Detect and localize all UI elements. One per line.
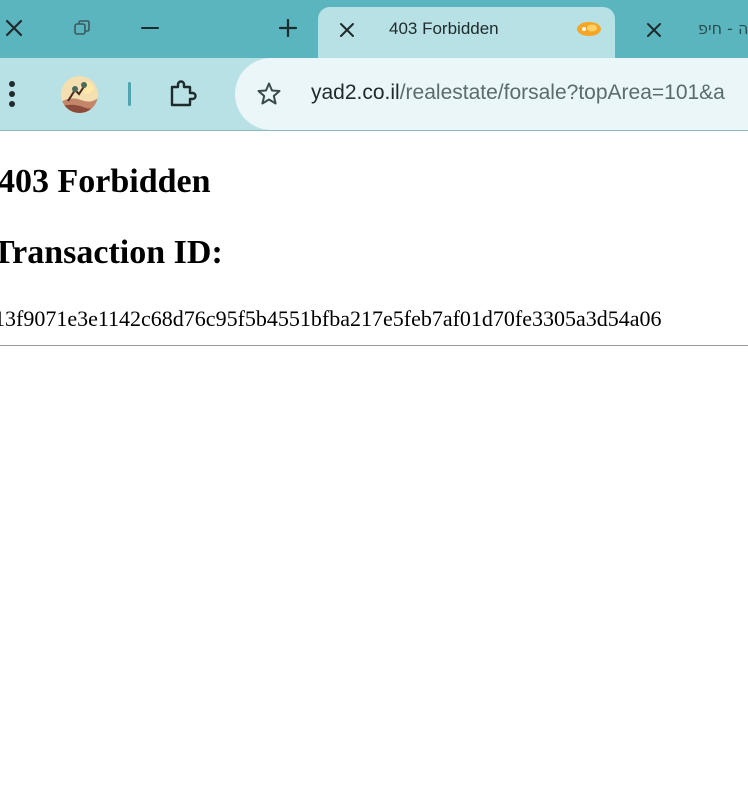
tab-inactive[interactable]: ה - חיפ <box>630 7 748 52</box>
browser-toolbar: yad2.co.il/realestate/forsale?topArea=10… <box>0 58 748 131</box>
page-title: 403 Forbidden <box>0 163 211 200</box>
tab-title: ה - חיפ <box>698 19 748 38</box>
transaction-label: Transaction ID: <box>0 234 223 271</box>
new-tab-button[interactable] <box>272 10 304 46</box>
extensions-icon[interactable] <box>162 74 202 114</box>
tab-close-icon[interactable] <box>641 17 667 43</box>
more-menu-icon[interactable] <box>0 76 24 112</box>
bookmark-star-icon[interactable] <box>255 80 283 108</box>
divider <box>0 345 748 346</box>
restore-window-icon[interactable] <box>66 10 98 46</box>
minimize-window-icon[interactable] <box>134 10 166 46</box>
close-window-icon[interactable] <box>0 10 28 46</box>
transaction-id: 13f9071e3e1142c68d76c95f5b4551bfba217e5f… <box>0 306 662 331</box>
yad2-logo-icon <box>576 20 602 38</box>
tab-title: 403 Forbidden <box>389 19 499 38</box>
tab-strip: 403 Forbidden ה - חיפ <box>0 0 748 58</box>
page-content: 403 Forbidden Transaction ID: 13f9071e3e… <box>0 131 748 793</box>
avatar[interactable] <box>61 76 98 113</box>
address-bar[interactable]: yad2.co.il/realestate/forsale?topArea=10… <box>235 58 748 130</box>
plus-icon <box>278 18 298 38</box>
url-domain: yad2.co.il <box>311 81 400 104</box>
url-path: /realestate/forsale?topArea=101&a <box>399 81 725 104</box>
tab-active[interactable]: 403 Forbidden <box>318 7 615 58</box>
url-text[interactable]: yad2.co.il/realestate/forsale?topArea=10… <box>311 81 725 105</box>
tab-close-icon[interactable] <box>334 17 360 43</box>
toolbar-divider <box>128 82 131 106</box>
